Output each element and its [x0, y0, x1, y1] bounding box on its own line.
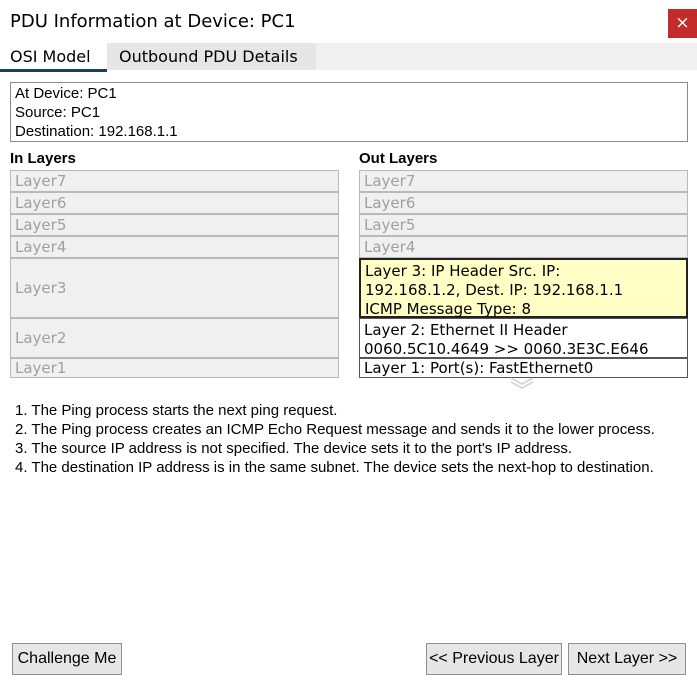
process-steps-list: 1. The Ping process starts the next ping… [15, 401, 655, 477]
out-layer-3-selected[interactable]: Layer 3: IP Header Src. IP: 192.168.1.2,… [359, 258, 688, 318]
challenge-me-button[interactable]: Challenge Me [12, 643, 122, 675]
at-device-text: At Device: PC1 [15, 85, 117, 102]
close-icon: × [675, 13, 690, 33]
out-layer-6[interactable]: Layer6 [359, 192, 688, 214]
in-layer-7[interactable]: Layer7 [10, 170, 339, 192]
tab-label: OSI Model [10, 47, 91, 66]
out-layers-heading: Out Layers [359, 150, 438, 167]
tab-selected-indicator [0, 69, 107, 72]
tab-label: Outbound PDU Details [119, 47, 298, 66]
step-item: 1. The Ping process starts the next ping… [15, 402, 338, 419]
layer2-detail-line: 0060.5C10.4649 >> 0060.3E3C.E646 [364, 340, 649, 358]
close-button[interactable]: × [668, 9, 697, 38]
tab-outbound-pdu-details[interactable]: Outbound PDU Details [107, 43, 316, 70]
chevron-down-icon [509, 376, 535, 390]
in-layers-heading: In Layers [10, 150, 76, 167]
source-text: Source: PC1 [15, 104, 101, 121]
out-layer-7[interactable]: Layer7 [359, 170, 688, 192]
window-title: PDU Information at Device: PC1 [10, 11, 296, 32]
in-layer-4[interactable]: Layer4 [10, 236, 339, 258]
out-layer-2[interactable]: Layer 2: Ethernet II Header 0060.5C10.46… [359, 318, 688, 358]
layer3-detail-line: ICMP Message Type: 8 [365, 300, 531, 318]
previous-layer-button[interactable]: << Previous Layer [426, 643, 562, 675]
step-item: 3. The source IP address is not specifie… [15, 440, 573, 457]
device-info-box: At Device: PC1 Source: PC1 Destination: … [10, 82, 688, 142]
layer2-detail-line: Layer 2: Ethernet II Header [364, 321, 568, 339]
out-layer-1[interactable]: Layer 1: Port(s): FastEthernet0 [359, 358, 688, 378]
in-layer-5[interactable]: Layer5 [10, 214, 339, 236]
out-layer-4[interactable]: Layer4 [359, 236, 688, 258]
step-item: 4. The destination IP address is in the … [15, 459, 654, 476]
in-layer-2[interactable]: Layer2 [10, 318, 339, 358]
layer3-detail-line: 192.168.1.2, Dest. IP: 192.168.1.1 [365, 281, 624, 299]
tab-osi-model[interactable]: OSI Model [0, 43, 107, 72]
next-layer-button[interactable]: Next Layer >> [568, 643, 686, 675]
out-layer-5[interactable]: Layer5 [359, 214, 688, 236]
step-item: 2. The Ping process creates an ICMP Echo… [15, 421, 655, 438]
in-layer-1[interactable]: Layer1 [10, 358, 339, 378]
layer3-detail-line: Layer 3: IP Header Src. IP: [365, 262, 561, 280]
in-layer-6[interactable]: Layer6 [10, 192, 339, 214]
in-layer-3[interactable]: Layer3 [10, 258, 339, 318]
destination-text: Destination: 192.168.1.1 [15, 123, 178, 140]
